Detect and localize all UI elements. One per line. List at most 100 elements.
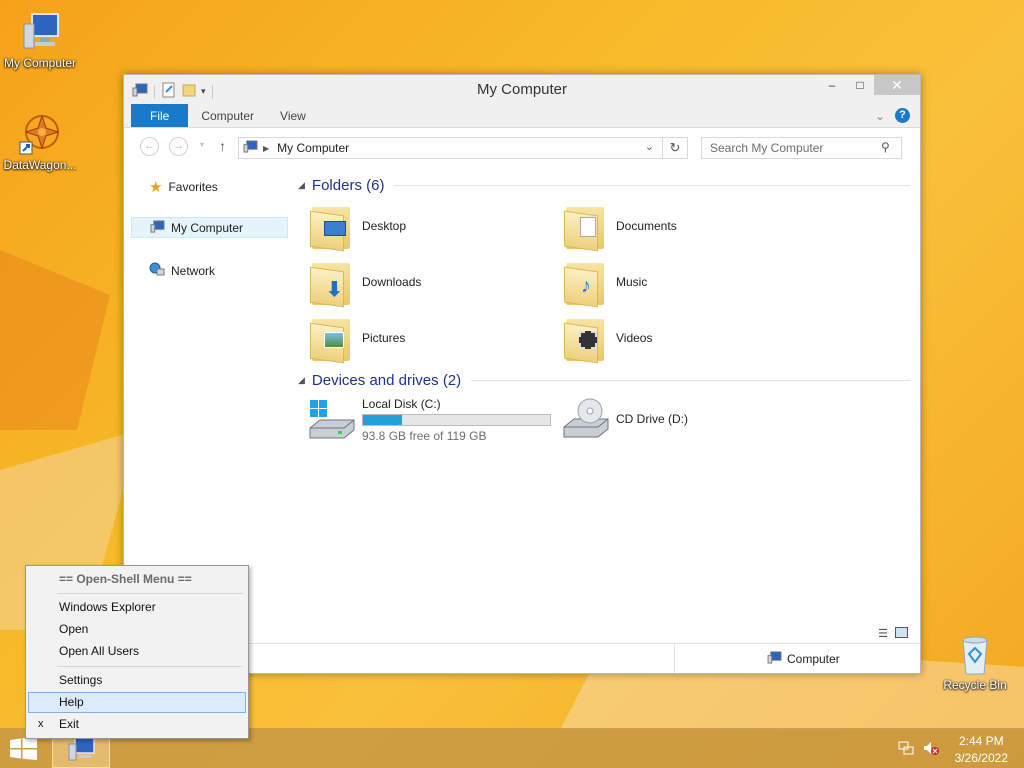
clock-date: 3/26/2022 — [954, 751, 1008, 765]
menu-item-open[interactable]: Open — [28, 619, 246, 640]
nav-item-my-computer[interactable]: My Computer — [131, 217, 288, 238]
address-bar[interactable]: ▶ My Computer ⌄ — [238, 137, 663, 159]
computer-icon — [767, 650, 782, 667]
breadcrumb-chevron-icon: ▶ — [263, 143, 270, 153]
windows-logo-icon — [10, 737, 37, 760]
nav-item-label: Favorites — [168, 179, 218, 194]
nav-item-network[interactable]: Network — [131, 260, 288, 281]
refresh-button[interactable]: ↻ — [663, 137, 688, 159]
wallpaper-shape — [0, 250, 110, 430]
status-location: Computer — [674, 644, 840, 673]
forward-button[interactable]: → — [169, 137, 188, 156]
folder-desktop[interactable]: Desktop — [310, 203, 407, 252]
group-title: Folders (6) — [311, 177, 385, 194]
folder-documents[interactable]: Documents — [564, 203, 677, 252]
tab-view[interactable]: View — [267, 104, 319, 127]
address-dropdown-icon[interactable]: ⌄ — [645, 140, 654, 153]
videos-folder-icon — [564, 315, 606, 364]
title-bar[interactable]: ▾ My Computer – □ ✕ — [124, 75, 920, 104]
folder-label: Desktop — [362, 219, 407, 233]
star-icon: ★ — [149, 178, 163, 196]
group-title: Devices and drives (2) — [311, 372, 462, 389]
folder-label: Music — [616, 275, 648, 289]
desktop-icon-label: DataWagon... — [3, 158, 77, 172]
search-input[interactable]: Search My Computer — [701, 137, 902, 159]
menu-item-label: Help — [59, 695, 84, 709]
collapse-icon: ◢ — [298, 375, 305, 385]
drive-usage-bar — [362, 414, 551, 426]
ribbon-tabs: File Computer View ⌄ ? — [124, 104, 920, 128]
desktop-icon-label: My Computer — [3, 56, 77, 70]
folders-group-header[interactable]: ◢ Folders (6) — [298, 177, 910, 194]
cd-drive-icon — [562, 397, 610, 441]
exit-mark: x — [38, 718, 44, 730]
hard-disk-icon — [308, 398, 356, 442]
help-icon[interactable]: ? — [895, 108, 910, 123]
menu-item-exit[interactable]: x Exit — [28, 714, 246, 735]
nav-item-label: Network — [171, 263, 216, 278]
computer-icon — [18, 10, 62, 54]
menu-item-windows-explorer[interactable]: Windows Explorer — [28, 597, 246, 618]
details-view-icon[interactable]: ☰ — [878, 627, 888, 640]
music-folder-icon: ♪ — [564, 259, 606, 308]
menu-item-label: Settings — [59, 673, 103, 687]
menu-item-label: Exit — [59, 717, 80, 731]
desktop-folder-icon — [310, 203, 352, 252]
desktop-icon-my-computer[interactable]: My Computer — [0, 10, 80, 70]
recycle-bin-icon — [953, 632, 997, 676]
network-tray-icon[interactable] — [898, 740, 914, 759]
search-icon: ⚲ — [881, 140, 890, 154]
drive-usage-fill — [363, 415, 403, 425]
folder-music[interactable]: ♪ Music — [564, 259, 648, 308]
breadcrumb[interactable]: My Computer — [277, 141, 349, 155]
nav-item-label: My Computer — [171, 220, 244, 235]
computer-icon — [243, 140, 258, 156]
content-pane: ◢ Folders (6) Desktop Documents ⬇ Downlo… — [292, 165, 920, 643]
expand-ribbon-icon[interactable]: ⌄ — [875, 109, 885, 123]
window-title: My Computer — [476, 81, 568, 98]
recent-locations-icon[interactable]: ▾ — [200, 140, 204, 149]
minimize-button[interactable]: – — [818, 75, 846, 95]
menu-item-label: Open All Users — [59, 644, 140, 658]
close-button[interactable]: ✕ — [874, 75, 920, 95]
maximize-button[interactable]: □ — [846, 75, 874, 95]
drive-label: Local Disk (C:) — [362, 397, 441, 411]
network-icon — [149, 262, 165, 279]
desktop-icon-recycle-bin[interactable]: Recycle Bin — [935, 632, 1015, 692]
nav-item-favorites[interactable]: ★ Favorites — [131, 176, 288, 197]
status-location-label: Computer — [787, 651, 840, 666]
clock[interactable]: 2:44 PM 3/26/2022 — [955, 734, 1008, 765]
drive-free-space: 93.8 GB free of 119 GB — [362, 429, 487, 443]
desktop-icon-datawagon[interactable]: DataWagon... — [0, 112, 80, 172]
drive-c[interactable]: Local Disk (C:) 93.8 GB free of 119 GB — [308, 397, 551, 443]
folder-label: Pictures — [362, 331, 406, 345]
collapse-icon: ◢ — [298, 180, 305, 190]
folder-videos[interactable]: Videos — [564, 315, 653, 364]
navigation-bar: ← → ▾ ↑ ▶ My Computer ⌄ ↻ Search My Comp… — [124, 128, 920, 165]
menu-item-help[interactable]: Help — [28, 692, 246, 713]
tab-file[interactable]: File — [131, 104, 189, 127]
volume-muted-icon[interactable] — [922, 740, 940, 759]
documents-folder-icon — [564, 203, 606, 252]
open-shell-context-menu: == Open-Shell Menu == Windows Explorer O… — [25, 565, 249, 739]
start-button[interactable] — [10, 737, 37, 760]
computer-icon — [68, 737, 95, 761]
folder-label: Videos — [616, 331, 653, 345]
drive-d[interactable]: CD Drive (D:) — [562, 397, 688, 441]
datawagon-shortcut-icon — [18, 112, 62, 156]
folder-label: Downloads — [362, 275, 422, 289]
tab-computer[interactable]: Computer — [188, 104, 267, 127]
large-icons-view-icon[interactable] — [895, 627, 908, 638]
folder-pictures[interactable]: Pictures — [310, 315, 406, 364]
folder-label: Documents — [616, 219, 677, 233]
clock-time: 2:44 PM — [958, 734, 1004, 748]
drives-group-header[interactable]: ◢ Devices and drives (2) — [298, 372, 910, 389]
menu-header: == Open-Shell Menu == — [59, 572, 192, 586]
up-icon[interactable]: ↑ — [219, 138, 226, 154]
folder-downloads[interactable]: ⬇ Downloads — [310, 259, 422, 308]
menu-item-settings[interactable]: Settings — [28, 670, 246, 691]
back-button[interactable]: ← — [140, 137, 159, 156]
menu-item-open-all-users[interactable]: Open All Users — [28, 641, 246, 662]
desktop-icon-label: Recycle Bin — [943, 678, 1007, 692]
computer-icon — [150, 219, 165, 236]
